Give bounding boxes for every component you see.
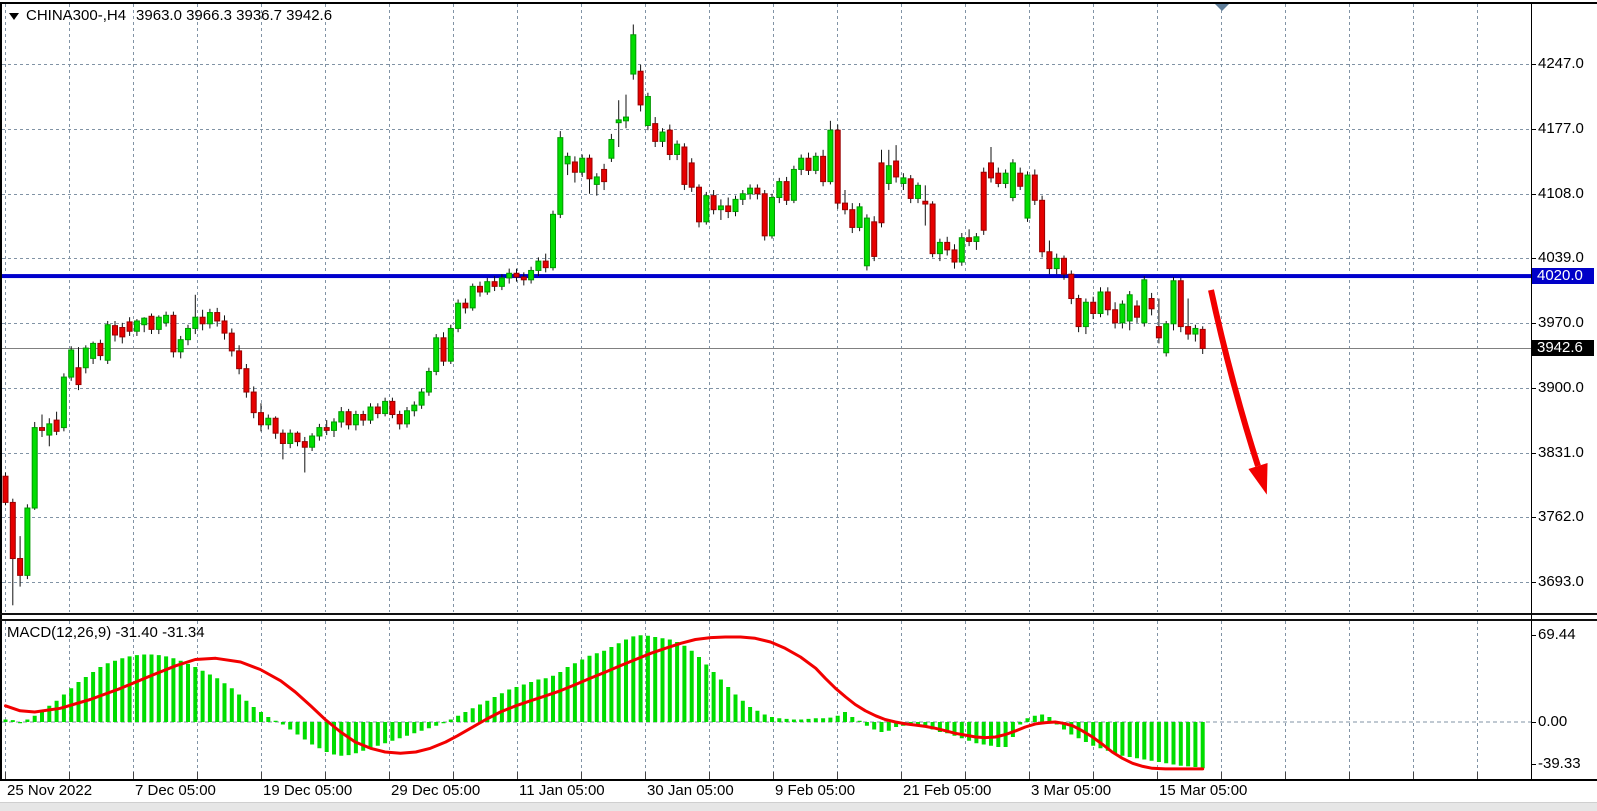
down-arrow-annotation bbox=[1211, 290, 1268, 495]
time-axis-label: 7 Dec 05:00 bbox=[135, 783, 216, 799]
macd-axis-zero-label: 0.00 bbox=[1538, 714, 1567, 730]
symbol-dropdown-triangle-icon[interactable] bbox=[9, 13, 19, 20]
macd-indicator-label: MACD(12,26,9) -31.40 -31.34 bbox=[7, 624, 205, 641]
time-axis-label: 30 Jan 05:00 bbox=[647, 783, 734, 799]
chart-title: CHINA300-,H4 3963.0 3966.3 3936.7 3942.6 bbox=[7, 7, 332, 24]
price-axis-label: 4039.0 bbox=[1538, 250, 1584, 266]
current-price-badge: 3942.6 bbox=[1532, 340, 1594, 356]
time-axis-label: 15 Mar 05:00 bbox=[1159, 783, 1247, 799]
macd-axis-max-label: 69.44 bbox=[1538, 627, 1576, 643]
price-axis-label: 4108.0 bbox=[1538, 186, 1584, 202]
time-axis-label: 3 Mar 05:00 bbox=[1031, 783, 1111, 799]
time-axis-label: 19 Dec 05:00 bbox=[263, 783, 352, 799]
price-axis-label: 4247.0 bbox=[1538, 56, 1584, 72]
price-axis-label: 3762.0 bbox=[1538, 509, 1584, 525]
time-axis-label: 29 Dec 05:00 bbox=[391, 783, 480, 799]
status-bar bbox=[0, 802, 1597, 811]
trading-chart-window: CHINA300-,H4 3963.0 3966.3 3936.7 3942.6… bbox=[0, 0, 1597, 811]
price-axis-label: 4177.0 bbox=[1538, 121, 1584, 137]
price-axis-label: 3970.0 bbox=[1538, 315, 1584, 331]
time-axis-label: 25 Nov 2022 bbox=[7, 783, 92, 799]
macd-axis-min-label: -39.33 bbox=[1538, 756, 1581, 772]
price-axis-label: 3900.0 bbox=[1538, 380, 1584, 396]
chart-shift-marker-icon bbox=[1215, 4, 1229, 11]
time-axis-label: 11 Jan 05:00 bbox=[519, 783, 605, 799]
price-axis-label: 3831.0 bbox=[1538, 445, 1584, 461]
blue-line-price-badge[interactable]: 4020.0 bbox=[1532, 268, 1594, 284]
chart-canvas[interactable] bbox=[0, 0, 1597, 811]
price-axis-label: 3693.0 bbox=[1538, 574, 1584, 590]
time-axis-label: 21 Feb 05:00 bbox=[903, 783, 991, 799]
symbol-timeframe-label: CHINA300-,H4 bbox=[26, 7, 126, 24]
time-axis-label: 9 Feb 05:00 bbox=[775, 783, 855, 799]
ohlc-quotes-label: 3963.0 3966.3 3936.7 3942.6 bbox=[136, 7, 332, 24]
